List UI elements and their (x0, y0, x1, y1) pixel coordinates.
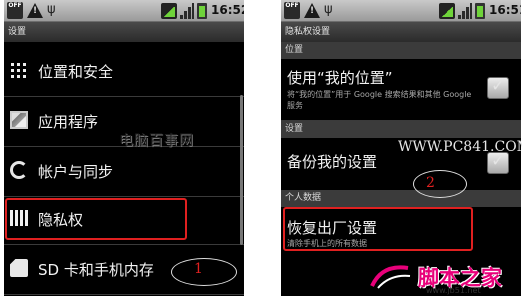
clock: 16:51 (489, 3, 521, 17)
menu-item-accounts-sync[interactable]: 帐户与同步 (4, 147, 244, 197)
annotation-number: 1 (194, 261, 203, 277)
page-title: 隐私权设置 (281, 22, 521, 42)
setting-use-my-location[interactable]: 使用“我的位置” 将“我的位置”用于 Google 搜索结果和其他 Google… (281, 59, 521, 121)
watermark-pc841-cn: 电脑百事网 (119, 133, 194, 149)
annotation-number: 2 (426, 175, 435, 191)
applications-icon (10, 111, 28, 129)
highlight-box-factory-reset (283, 207, 473, 251)
backup-settings-checkbox[interactable] (487, 151, 509, 174)
menu-item-label: SD 卡和手机内存 (38, 261, 154, 279)
status-bar: OFF ! ψ 16:52 (4, 0, 244, 22)
warning-icon: ! (304, 3, 320, 18)
annotation-ellipse (413, 170, 467, 198)
watermark-pc841-url: WWW.PC841.COM (398, 139, 522, 155)
setting-title: 使用“我的位置” (287, 69, 393, 87)
usb-icon: ψ (324, 2, 333, 17)
off-badge-icon: OFF (7, 2, 23, 19)
sync-icon (10, 161, 28, 179)
signal-icon (180, 3, 194, 19)
section-header-location: 位置 (281, 42, 521, 59)
scrollbar[interactable] (240, 95, 243, 245)
highlight-box-privacy (5, 198, 187, 240)
warning-icon: ! (27, 3, 43, 18)
clock: 16:52 (211, 3, 244, 17)
section-header-personal-data: 个人数据 (281, 190, 521, 207)
menu-item-label: 位置和安全 (38, 63, 114, 81)
watermark-jb51-url: www.jb51.net (426, 286, 481, 295)
usb-icon: ψ (47, 2, 56, 17)
use-my-location-checkbox[interactable] (487, 76, 509, 99)
page-title: 设置 (4, 22, 244, 42)
menu-item-label: 帐户与同步 (38, 163, 114, 181)
battery-icon (475, 3, 485, 19)
gsm-icon (161, 3, 177, 19)
section-header-settings: 设置 (281, 121, 521, 138)
battery-icon (197, 3, 207, 19)
setting-summary: 将“我的位置”用于 Google 搜索结果和其他 Google 服务 (287, 90, 472, 110)
gsm-icon (439, 3, 455, 19)
off-badge-icon: OFF (284, 2, 300, 19)
signal-icon (458, 3, 472, 19)
jb51-logo-icon (370, 265, 411, 289)
menu-item-label: 应用程序 (38, 113, 99, 131)
menu-item-location-security[interactable]: 位置和安全 (4, 47, 244, 97)
status-bar: OFF ! ψ 16:51 (281, 0, 521, 22)
sd-card-icon (10, 259, 28, 277)
setting-title: 备份我的设置 (287, 153, 378, 171)
annotation-ellipse (171, 258, 237, 286)
location-security-icon (10, 61, 28, 79)
